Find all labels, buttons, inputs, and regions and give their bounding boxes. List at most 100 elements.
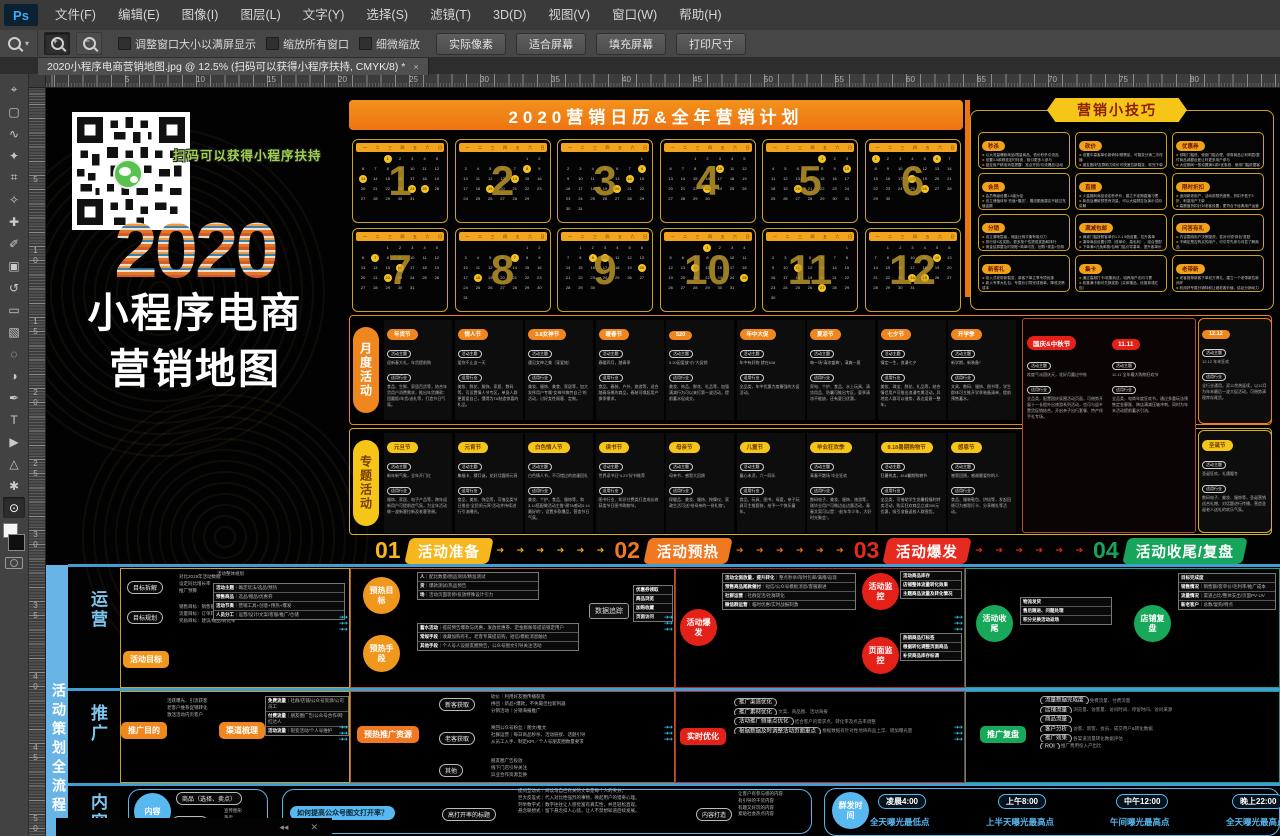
crop-tool[interactable]: ⌗	[3, 167, 25, 188]
options-button[interactable]: 实际像素	[436, 33, 506, 55]
flow-cell-op3: 活动爆发活动全面放量，提升转化｜整点秒杀/限时包邮/满赠/返现预售商品尾款催付｜…	[675, 568, 965, 688]
shape-tool[interactable]: △	[3, 453, 25, 474]
rewind-icon: ◂◂	[279, 822, 288, 833]
weekday-strip: 一二三四五六日	[459, 232, 547, 241]
industry-text: 食品、春装、户外、旅游等，适合踏青场景的商品，春装可唤起用户换季需求。	[599, 384, 661, 402]
checkbox-icon	[118, 37, 131, 50]
ps-logo-icon[interactable]: Ps	[4, 4, 38, 26]
marquee-tool[interactable]: ▢	[3, 101, 25, 122]
menu-item[interactable]: 文字(Y)	[292, 0, 356, 30]
zoom-in-button[interactable]: +	[44, 32, 70, 55]
options-button[interactable]: 适合屏幕	[516, 33, 586, 55]
flow-circle: 预热手段	[363, 635, 400, 672]
quick-mask-icon[interactable]	[5, 557, 23, 569]
phase-group: 02活动预热➔ ➔ ➔ ➔ ➔ ➔	[614, 538, 848, 564]
zoom-out-button[interactable]: −	[76, 32, 102, 55]
industry-text: 图书行业、知识付费类打造成长收获类节日图书购物节。	[599, 497, 661, 509]
options-checkbox[interactable]: 缩放所有窗口	[266, 36, 349, 52]
tip-lines: 老客推荐新客下单双方得礼，建立一个老带新拉新闭环利用好专属分销特权让渡老客价值，…	[1176, 276, 1260, 292]
phase-badge: 活动收尾/复盘	[1122, 538, 1248, 564]
theme-label: 活动主题	[1027, 362, 1051, 370]
zoom-tool[interactable]: ⊙	[3, 497, 25, 518]
menu-item[interactable]: 视图(V)	[537, 0, 601, 30]
options-checkbox[interactable]: 细微缩放	[359, 36, 420, 52]
magic-wand-tool[interactable]: ✦	[3, 145, 25, 166]
date-grid: 1234567891011121314151617181920212223242…	[763, 242, 857, 304]
festival-pill: 元宵节	[458, 442, 489, 453]
document-canvas[interactable]: 扫码可以获得小程序扶持 2020 小程序电商 营销地图 2020营销日历&全年营…	[45, 87, 1280, 836]
gradient-tool[interactable]: ▧	[3, 321, 25, 342]
lasso-tool[interactable]: ∿	[3, 123, 25, 144]
menu-item[interactable]: 图像(I)	[171, 0, 230, 30]
pen-tool[interactable]: ✒	[3, 387, 25, 408]
calendar-row-1: 一二三四五六日112345678910111213141516171819202…	[352, 139, 961, 223]
phase-number: 01	[375, 539, 401, 562]
tip-lines: 适用新老用户，活动前预热造势，折扣不低于3折，刺激用户下单高额度折扣针对老客设置…	[1176, 194, 1260, 210]
path-select-tool[interactable]: ▶	[3, 431, 25, 452]
flow-tnote: 上半天曝光最高点	[986, 816, 1054, 828]
tip-label: 老带新	[1176, 264, 1205, 274]
background-color-swatch[interactable]	[8, 534, 25, 551]
flow-branch: 流量数据完成度 免费流量、付费流量店铺流量 浏览量、访客量、访问时间、停留时间、…	[1040, 694, 1278, 751]
tool-palette: ⌖ ▢ ∿ ✦ ⌗ ✧ ✚ ✐ ▣ ↺ ▭ ▧ ◌ ◑ ✒ T	[0, 74, 29, 836]
special-side-label: 专题活动	[353, 440, 379, 526]
eraser-tool[interactable]: ▭	[3, 299, 25, 320]
weekday-strip: 一二三四五六日	[561, 143, 649, 152]
chevron-down-icon: ▾	[25, 39, 29, 48]
tip-lines: 满减门槛按照客单价1.2-1.5倍设置，拉升客单凑单商品设置引导（低单价、高毛利…	[1079, 235, 1163, 251]
menu-item[interactable]: 帮助(H)	[668, 0, 732, 30]
flow-arrows-icon: ➔➔➔➔➔➔	[664, 615, 672, 633]
flow-branch: 推广渠道优化 推广素材优化 文案、商品图、活动海报活动推广侧重点优化 结合客户的…	[734, 696, 962, 736]
monthly-card: 七夕节活动主题情定一生，浪漫七夕适用行业美妆、珠宝、鲜花、礼品等，结合情侣用户可…	[878, 320, 946, 420]
theme-label: 活动主题	[881, 350, 905, 358]
type-tool[interactable]: T	[3, 409, 25, 430]
menu-item[interactable]: 文件(F)	[44, 0, 107, 30]
eyedropper-tool[interactable]: ✧	[3, 189, 25, 210]
special-card: 儿童节活动主题童心未泯，六一同乐适用行业食品、玩具、图书、母婴，亲子玩具可主推套…	[737, 433, 805, 533]
move-tool[interactable]: ⌖	[3, 79, 25, 100]
flow-txt: 对比2019年活动数据设定同比增长率推广预算	[179, 574, 294, 594]
color-swatches[interactable]	[2, 523, 26, 551]
festival-pill: 儿童节	[740, 442, 771, 453]
dodge-tool[interactable]: ◑	[3, 365, 25, 386]
tips-grid: 秒杀以大流量爆款商品/限量商品、低价秒杀引流品设置3-5款精准定时特卖，吸引更多…	[978, 132, 1264, 292]
industry-label: 适用行业	[458, 487, 482, 495]
tip-label: 集卡	[1079, 264, 1102, 274]
menu-item[interactable]: 编辑(E)	[107, 0, 171, 30]
close-icon[interactable]: ×	[413, 62, 418, 72]
poster-title-line2: 营销地图	[55, 349, 335, 390]
menu-item[interactable]: 图层(L)	[229, 0, 291, 30]
menu-item[interactable]: 3D(D)	[482, 0, 537, 30]
brush-tool[interactable]: ✐	[3, 233, 25, 254]
theme-label: 活动主题	[951, 463, 975, 471]
options-checkbox[interactable]: 调整窗口大小以满屏显示	[118, 36, 256, 52]
tool-preset-dropdown[interactable]: ▾	[0, 30, 38, 57]
tip-lines: 通过高频打卡/收集玩法，培养用户访问习惯收集满卡面可兑换奖励（实体赠品、优惠券或…	[1079, 276, 1163, 292]
menu-item[interactable]: 滤镜(T)	[419, 0, 482, 30]
menu-item[interactable]: 选择(S)	[355, 0, 419, 30]
industry-label: 适用行业	[599, 487, 623, 495]
phase-dashes: ➔ ➔ ➔ ➔ ➔ ➔	[497, 545, 610, 556]
options-button[interactable]: 打印尺寸	[676, 33, 746, 55]
hand-tool[interactable]: ✱	[3, 475, 25, 496]
industry-label: 适用行业	[951, 374, 975, 382]
healing-brush-tool[interactable]: ✚	[3, 211, 25, 232]
flow-list: 物流发货售后跟进、问题处理积分兑换活动返场	[1020, 597, 1112, 625]
flow-circle: 预热目标	[363, 577, 400, 614]
industry-label: 适用行业	[669, 374, 693, 382]
menu-item[interactable]: 窗口(W)	[601, 0, 668, 30]
clone-stamp-tool[interactable]: ▣	[3, 255, 25, 276]
blur-tool[interactable]: ◌	[3, 343, 25, 364]
document-tab[interactable]: 2020小程序电商营销地图.jpg @ 12.5% (扫码可以获得小程序扶持, …	[38, 58, 429, 75]
festival-pill: 七夕节	[881, 329, 912, 340]
industry-label: 适用行业	[528, 487, 552, 495]
festival-pill: 12.12	[1202, 330, 1230, 339]
phase-number: 03	[854, 539, 880, 562]
flow-pill: 内容打造	[696, 808, 732, 821]
industry-label: 适用行业	[1202, 373, 1226, 381]
weekday-strip: 一二三四五六日	[869, 232, 957, 241]
industry-text: 食品、美妆、饰品等，可借品类节日推出“全民闹元宵”活动并持续进行引流曝光。	[458, 497, 520, 515]
history-brush-tool[interactable]: ↺	[3, 277, 25, 298]
card-christmas: 圣诞节 活动主题圣诞狂欢，礼遇暖冬 适用行业数码电子、美妆、服饰等，圣诞营销适合…	[1198, 430, 1272, 533]
options-button[interactable]: 填充屏幕	[596, 33, 666, 55]
